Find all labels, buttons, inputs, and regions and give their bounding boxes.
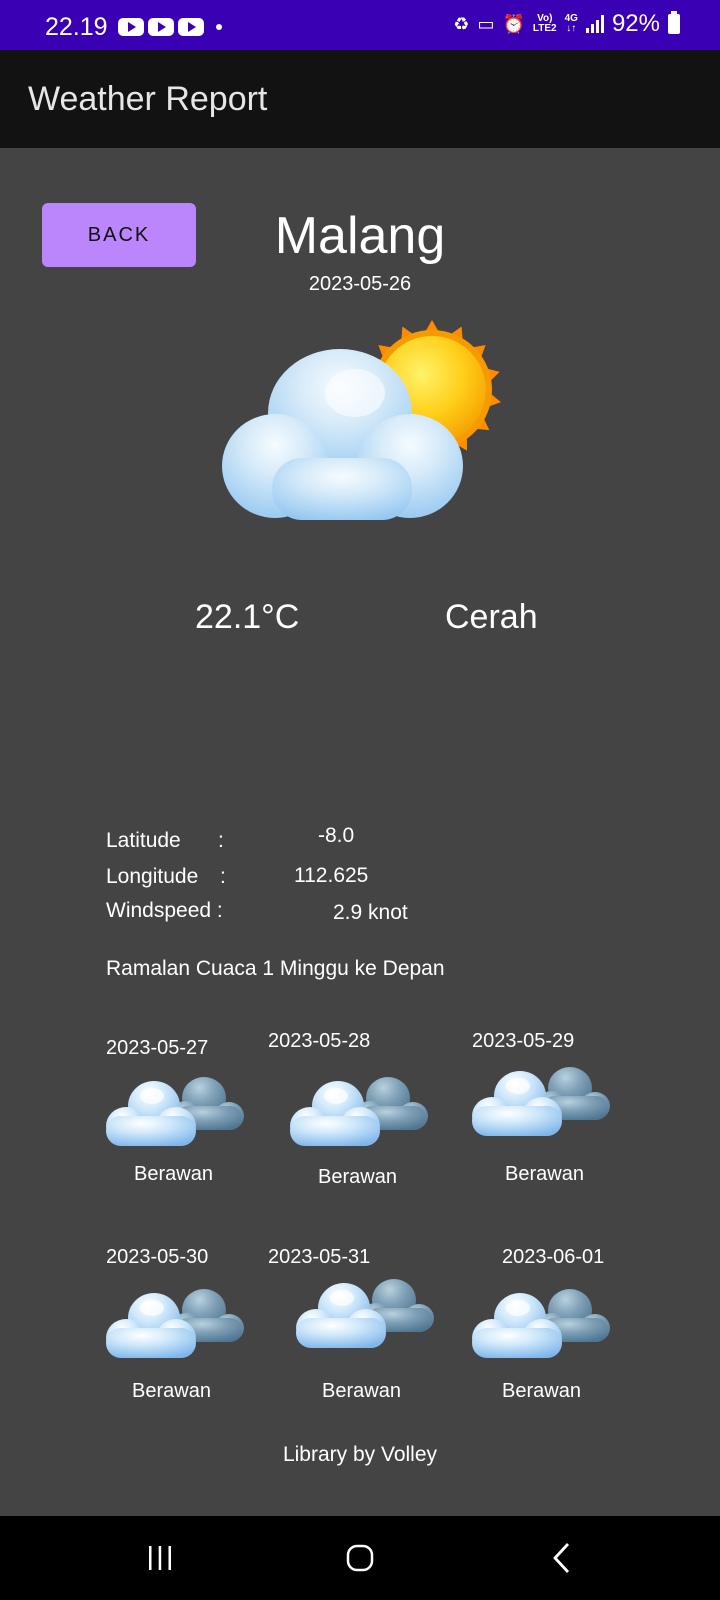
latitude-separator: : (218, 829, 224, 852)
home-button[interactable] (320, 1516, 400, 1600)
back-button[interactable]: BACK (42, 203, 196, 267)
recycle-icon: ♻ (453, 14, 470, 34)
youtube-icon (148, 18, 174, 36)
cloudy-icon (104, 1284, 246, 1364)
status-time: 22.19 (45, 13, 108, 41)
home-icon (346, 1544, 374, 1572)
recent-apps-button[interactable] (120, 1516, 200, 1600)
navigation-bar (0, 1516, 720, 1600)
battery-percent: 92% (611, 10, 660, 37)
volte-icon: Vo) LTE2 (532, 13, 557, 34)
latitude-value: -8.0 (318, 824, 355, 847)
app-bar: Weather Report (0, 50, 720, 148)
cloudy-icon (470, 1062, 612, 1142)
temperature: 22.1°C (195, 598, 300, 636)
cloudy-icon (470, 1284, 612, 1364)
forecast-condition: Berawan (318, 1166, 397, 1188)
longitude-label: Longitude (106, 865, 199, 888)
status-indicators: ♻ ▭ ⏰ Vo) LTE2 4G ↓↑ 92% (453, 10, 680, 38)
cloudy-icon (104, 1072, 246, 1152)
cloudy-icon (294, 1274, 436, 1354)
recent-apps-icon (149, 1546, 171, 1570)
forecast-condition: Berawan (134, 1163, 213, 1185)
battery-icon (668, 11, 680, 34)
forecast-date: 2023-05-29 (472, 1030, 575, 1052)
forecast-title: Ramalan Cuaca 1 Minggu ke Depan (106, 957, 445, 980)
forecast-condition: Berawan (502, 1380, 581, 1402)
forecast-condition: Berawan (132, 1380, 211, 1402)
more-notifications-dot-icon (216, 24, 222, 30)
partly-sunny-cloud-icon (222, 320, 501, 520)
forecast-date: 2023-05-27 (106, 1037, 209, 1059)
city-name: Malang (274, 207, 446, 265)
footer-text: Library by Volley (282, 1443, 438, 1466)
bed-icon: ▭ (477, 14, 495, 34)
notification-icons (118, 18, 222, 36)
forecast-date: 2023-05-28 (268, 1030, 371, 1052)
app-title: Weather Report (28, 80, 268, 118)
chevron-left-icon (553, 1543, 570, 1573)
latitude-label: Latitude (106, 829, 181, 852)
4g-icon: 4G ↓↑ (564, 13, 578, 34)
current-date: 2023-05-26 (308, 273, 412, 295)
status-bar: 22.19 ♻ ▭ ⏰ Vo) LTE2 4G ↓↑ 92% (0, 0, 720, 50)
forecast-condition: Berawan (322, 1380, 401, 1402)
back-nav-button[interactable] (522, 1516, 602, 1600)
windspeed-value: 2.9 knot (333, 901, 408, 924)
longitude-separator: : (220, 865, 226, 888)
forecast-date: 2023-06-01 (502, 1246, 605, 1268)
signal-icon (585, 15, 604, 33)
alarm-icon: ⏰ (502, 14, 525, 34)
cloudy-icon (288, 1072, 430, 1152)
youtube-icon (118, 18, 144, 36)
youtube-icon (178, 18, 204, 36)
forecast-condition: Berawan (505, 1163, 584, 1185)
forecast-date: 2023-05-31 (268, 1246, 371, 1268)
forecast-date: 2023-05-30 (106, 1246, 209, 1268)
longitude-value: 112.625 (294, 864, 369, 887)
condition: Cerah (445, 598, 538, 636)
windspeed-label: Windspeed : (106, 899, 223, 922)
